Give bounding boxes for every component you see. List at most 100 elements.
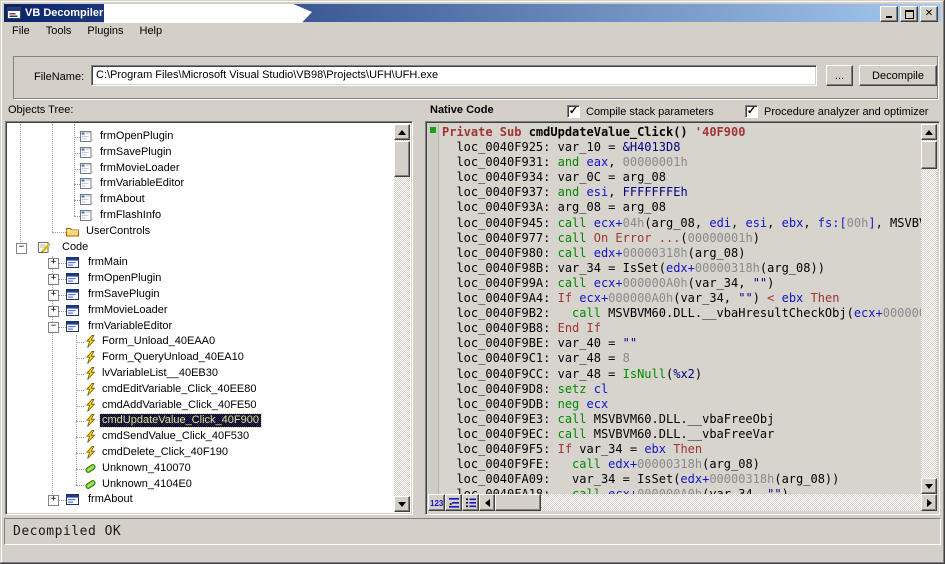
- menu-item-file[interactable]: File: [4, 23, 38, 40]
- code-scrollbar[interactable]: [921, 124, 937, 494]
- tree-scrollbar[interactable]: [394, 124, 410, 512]
- tree-item-label[interactable]: cmdSendValue_Click_40F530: [100, 430, 251, 443]
- tree-item-frmSavePlugin[interactable]: + frmSavePlugin: [8, 287, 394, 303]
- scroll-left-button[interactable]: [479, 494, 495, 511]
- scroll-thumb[interactable]: [921, 141, 937, 169]
- tree-item-frmAbout[interactable]: + frmAbout: [8, 492, 394, 508]
- objects-tree[interactable]: frmOpenPlugin frmSavePlugin frmMovieLoader…: [8, 124, 394, 512]
- tree-item-label[interactable]: frmOpenPlugin: [86, 272, 163, 285]
- tree-item-label[interactable]: Unknown_4104E0: [100, 478, 194, 491]
- maximize-button[interactable]: [900, 6, 918, 22]
- tree-item-frmVariableEditor[interactable]: frmVariableEditor: [8, 176, 394, 192]
- tree-item-label[interactable]: frmSavePlugin: [86, 288, 162, 301]
- tree-item-label[interactable]: lvVariableList__40EB30: [100, 367, 220, 380]
- tree-item-label[interactable]: Code: [60, 241, 90, 254]
- tree-item-Form_Unload_40EAA0[interactable]: Form_Unload_40EAA0: [8, 334, 394, 350]
- scroll-right-button[interactable]: [921, 494, 937, 511]
- tree-connector: [58, 295, 66, 296]
- status-bar: Decompiled OK: [4, 518, 941, 545]
- close-button[interactable]: ✕: [920, 6, 938, 22]
- analyzer-label[interactable]: Procedure analyzer and optimizer: [764, 106, 928, 118]
- tree-item-label[interactable]: frmVariableEditor: [98, 177, 186, 190]
- expand-icon[interactable]: +: [48, 306, 59, 317]
- tree-item-Code[interactable]: − Code: [8, 240, 394, 256]
- collapse-icon[interactable]: −: [48, 322, 59, 333]
- tree-item-label[interactable]: frmFlashInfo: [98, 209, 163, 222]
- tree-item-label[interactable]: frmSavePlugin: [98, 146, 174, 159]
- tree-item-label[interactable]: frmAbout: [86, 493, 135, 506]
- show-addresses-button[interactable]: 123: [428, 494, 445, 511]
- tree-connector: [58, 327, 66, 328]
- menu-item-plugins[interactable]: Plugins: [79, 23, 131, 40]
- tree-item-frmOpenPlugin[interactable]: frmOpenPlugin: [8, 129, 394, 145]
- horizontal-scrollbar[interactable]: [479, 494, 937, 511]
- compile-stack-checkbox[interactable]: ✓: [567, 105, 580, 118]
- scroll-down-button[interactable]: [921, 478, 937, 494]
- code-line: loc_0040F9D8: setz cl: [442, 382, 921, 397]
- scroll-down-button[interactable]: [394, 496, 410, 512]
- tree-item-label[interactable]: UserControls: [84, 225, 152, 238]
- tree-item-label[interactable]: frmMain: [86, 256, 130, 269]
- scroll-track[interactable]: [394, 140, 410, 496]
- tree-item-label[interactable]: cmdDelete_Click_40F190: [100, 446, 230, 459]
- tree-item-label[interactable]: Form_QueryUnload_40EA10: [100, 351, 246, 364]
- tree-item-frmMovieLoader[interactable]: frmMovieLoader: [8, 161, 394, 177]
- tree-item-label[interactable]: Unknown_410070: [100, 462, 193, 475]
- tree-item-frmOpenPlugin[interactable]: + frmOpenPlugin: [8, 271, 394, 287]
- filename-input[interactable]: C:\Program Files\Microsoft Visual Studio…: [91, 65, 817, 86]
- scroll-up-button[interactable]: [394, 124, 410, 140]
- tree-item-label[interactable]: frmMovieLoader: [86, 304, 169, 317]
- list-view-button[interactable]: [462, 494, 479, 511]
- analyzer-checkbox[interactable]: ✓: [745, 105, 758, 118]
- tree-item-frmMain[interactable]: + frmMain: [8, 255, 394, 271]
- app-window: VB Decompiler ✕ FileToolsPluginsHelp Fil…: [0, 0, 945, 564]
- scroll-track[interactable]: [921, 140, 937, 478]
- module-icon: [66, 304, 79, 317]
- tree-item-cmdSendValue_Click_40F530[interactable]: cmdSendValue_Click_40F530: [8, 429, 394, 445]
- expand-icon[interactable]: +: [48, 274, 59, 285]
- proc-icon: [84, 351, 97, 364]
- tree-item-frmSavePlugin[interactable]: frmSavePlugin: [8, 145, 394, 161]
- tree-item-UserControls[interactable]: UserControls: [8, 224, 394, 240]
- code-line: loc_0040F945: call ecx+04h(arg_08, edi, …: [442, 216, 921, 231]
- indent-view-button[interactable]: [445, 494, 462, 511]
- tree-item-Unknown_4104E0[interactable]: Unknown_4104E0: [8, 477, 394, 493]
- expand-icon[interactable]: +: [48, 258, 59, 269]
- scroll-thumb[interactable]: [394, 141, 410, 177]
- tree-item-label[interactable]: frmMovieLoader: [98, 162, 181, 175]
- minimize-button[interactable]: [880, 6, 898, 22]
- menu-item-tools[interactable]: Tools: [38, 23, 80, 40]
- scroll-thumb[interactable]: [495, 494, 541, 511]
- expand-icon[interactable]: +: [48, 290, 59, 301]
- browse-button[interactable]: ...: [826, 65, 853, 86]
- tree-connector: [76, 406, 84, 407]
- tree-item-label[interactable]: cmdUpdateValue_Click_40F900: [100, 414, 261, 427]
- tree-item-frmFlashInfo[interactable]: frmFlashInfo: [8, 208, 394, 224]
- tree-item-cmdUpdateValue_Click_40F900[interactable]: cmdUpdateValue_Click_40F900: [8, 413, 394, 429]
- tree-item-Form_QueryUnload_40EA10[interactable]: Form_QueryUnload_40EA10: [8, 350, 394, 366]
- tree-item-label[interactable]: frmOpenPlugin: [98, 130, 175, 143]
- tree-connector: [58, 311, 66, 312]
- tree-item-frmVariableEditor[interactable]: − frmVariableEditor: [8, 319, 394, 335]
- tree-item-cmdDelete_Click_40F190[interactable]: cmdDelete_Click_40F190: [8, 445, 394, 461]
- tree-item-label[interactable]: frmAbout: [98, 193, 147, 206]
- collapse-icon[interactable]: −: [16, 243, 27, 254]
- tree-item-label[interactable]: frmVariableEditor: [86, 320, 174, 333]
- scroll-track[interactable]: [541, 494, 921, 511]
- tree-item-cmdEditVariable_Click_40EE80[interactable]: cmdEditVariable_Click_40EE80: [8, 382, 394, 398]
- scroll-up-button[interactable]: [921, 124, 937, 140]
- compile-stack-label[interactable]: Compile stack parameters: [586, 106, 714, 118]
- menu-item-help[interactable]: Help: [132, 23, 171, 40]
- tree-item-label[interactable]: Form_Unload_40EAA0: [100, 335, 217, 348]
- tree-item-label[interactable]: cmdAddVariable_Click_40FE50: [100, 399, 259, 412]
- code-line: loc_0040FA09: var_34 = IsSet(edx+0000031…: [442, 472, 921, 487]
- tree-item-frmMovieLoader[interactable]: + frmMovieLoader: [8, 303, 394, 319]
- tree-item-cmdAddVariable_Click_40FE50[interactable]: cmdAddVariable_Click_40FE50: [8, 398, 394, 414]
- expand-icon[interactable]: +: [48, 495, 59, 506]
- code-view[interactable]: Private Sub cmdUpdateValue_Click() '40F9…: [442, 125, 921, 494]
- tree-item-frmAbout[interactable]: frmAbout: [8, 192, 394, 208]
- tree-item-label[interactable]: cmdEditVariable_Click_40EE80: [100, 383, 259, 396]
- decompile-button[interactable]: Decompile: [859, 65, 937, 86]
- tree-item-Unknown_410070[interactable]: Unknown_410070: [8, 461, 394, 477]
- tree-item-lvVariableList__40EB30[interactable]: lvVariableList__40EB30: [8, 366, 394, 382]
